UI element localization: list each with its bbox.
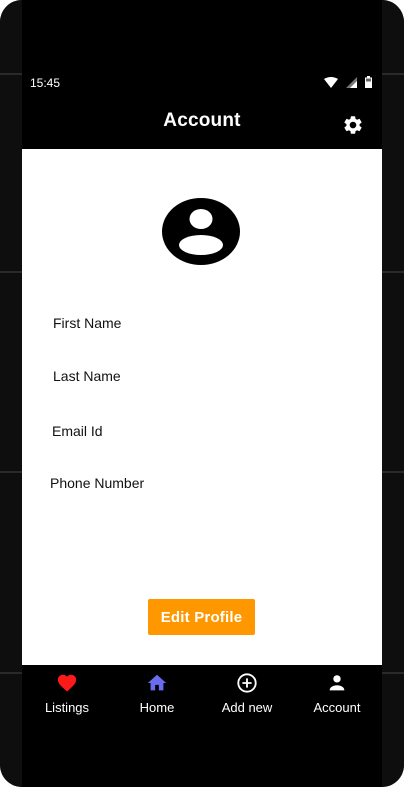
settings-button[interactable]	[342, 114, 364, 136]
nav-label-account: Account	[313, 700, 361, 715]
bezel-left	[0, 0, 22, 787]
nav-label-add-new: Add new	[221, 700, 273, 715]
bezel-right	[382, 0, 404, 787]
email-label: Email Id	[52, 423, 103, 439]
app-bar: Account	[22, 98, 382, 149]
nav-label-listings: Listings	[44, 700, 90, 715]
last-name-label: Last Name	[53, 368, 121, 384]
status-bar: 15:45	[22, 68, 382, 98]
status-icons	[324, 76, 372, 88]
account-circle-icon	[162, 198, 240, 265]
edit-profile-button[interactable]: Edit Profile	[148, 599, 255, 635]
nav-item-add-new[interactable]: Add new	[207, 665, 287, 725]
nav-item-account[interactable]: Account	[297, 665, 377, 725]
status-time: 15:45	[30, 76, 61, 90]
home-icon	[147, 674, 167, 691]
phone-number-label: Phone Number	[50, 475, 145, 491]
page-title: Account	[163, 110, 241, 131]
profile-content: First Name Last Name Email Id Phone Numb…	[22, 149, 382, 665]
nav-item-listings[interactable]: Listings	[27, 665, 107, 725]
cell-signal-icon	[346, 76, 357, 88]
bottom-nav: Listings Home Add new Account	[22, 665, 382, 725]
device-frame: 15:45 Account First Name Last Name Email…	[0, 0, 404, 787]
add-circle-icon	[237, 673, 257, 693]
gear-icon	[344, 116, 362, 134]
nav-item-home[interactable]: Home	[117, 665, 197, 725]
wifi-icon	[324, 76, 338, 88]
nav-label-home: Home	[139, 700, 175, 715]
first-name-label: First Name	[53, 315, 122, 331]
heart-icon	[57, 674, 77, 692]
battery-icon	[365, 76, 372, 88]
person-icon	[329, 675, 345, 691]
